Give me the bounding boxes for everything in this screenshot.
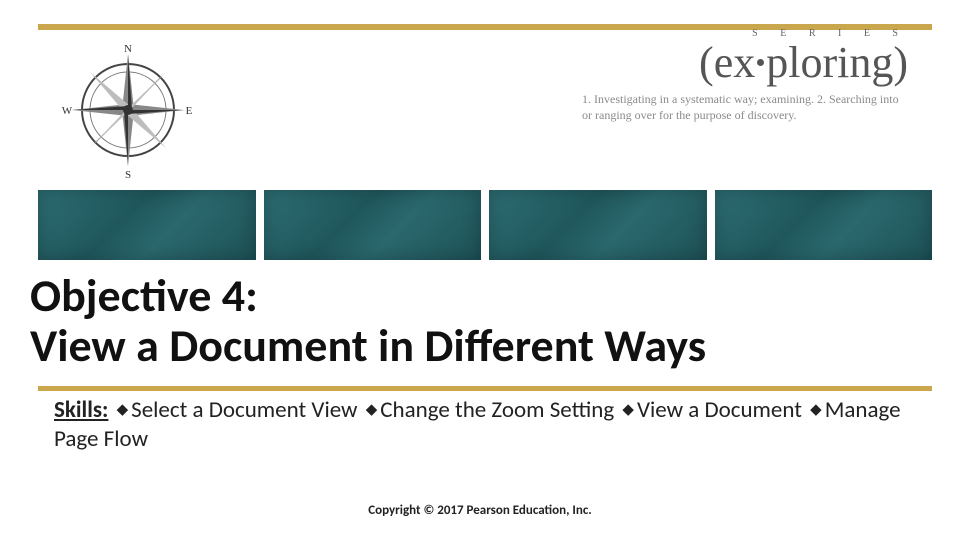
brand-dot-icon	[757, 59, 764, 66]
brand-definition: 1. Investigating in a systematic way; ex…	[548, 91, 908, 123]
copyright-footer: Copyright © 2017 Pearson Education, Inc.	[0, 503, 960, 518]
brand-word-close: ploring)	[766, 38, 908, 87]
title-line-2: View a Document in Different Ways	[30, 318, 706, 374]
skill-item: View a Document	[637, 396, 802, 424]
brand-wordmark: (exploring)	[548, 41, 908, 85]
brand-block: S E R I E S (exploring) 1. Investigating…	[548, 28, 908, 123]
compass-e: E	[186, 105, 193, 117]
skill-item: Change the Zoom Setting	[380, 396, 614, 424]
skills-label: Skills:	[54, 396, 108, 424]
compass-icon: N E S W	[58, 40, 198, 180]
skills-line: Skills: ◆Select a Document View ◆Change …	[54, 396, 906, 455]
slide-title: Objective 4: View a Document in Differen…	[30, 272, 930, 371]
diamond-bullet-icon: ◆	[622, 401, 634, 420]
band-tile	[38, 190, 256, 260]
brand-word-open: (ex	[699, 38, 755, 87]
skill-item: Select a Document View	[131, 396, 357, 424]
compass-w: W	[62, 105, 73, 117]
title-underline	[38, 386, 932, 391]
title-line-1: Objective 4:	[30, 268, 258, 324]
compass-n: N	[124, 43, 132, 55]
diamond-bullet-icon: ◆	[366, 401, 378, 420]
decorative-tile-band	[38, 190, 932, 260]
diamond-bullet-icon: ◆	[810, 401, 822, 420]
diamond-bullet-icon: ◆	[117, 401, 129, 420]
compass-s: S	[125, 169, 131, 180]
band-tile	[264, 190, 482, 260]
band-tile	[715, 190, 933, 260]
band-tile	[489, 190, 707, 260]
